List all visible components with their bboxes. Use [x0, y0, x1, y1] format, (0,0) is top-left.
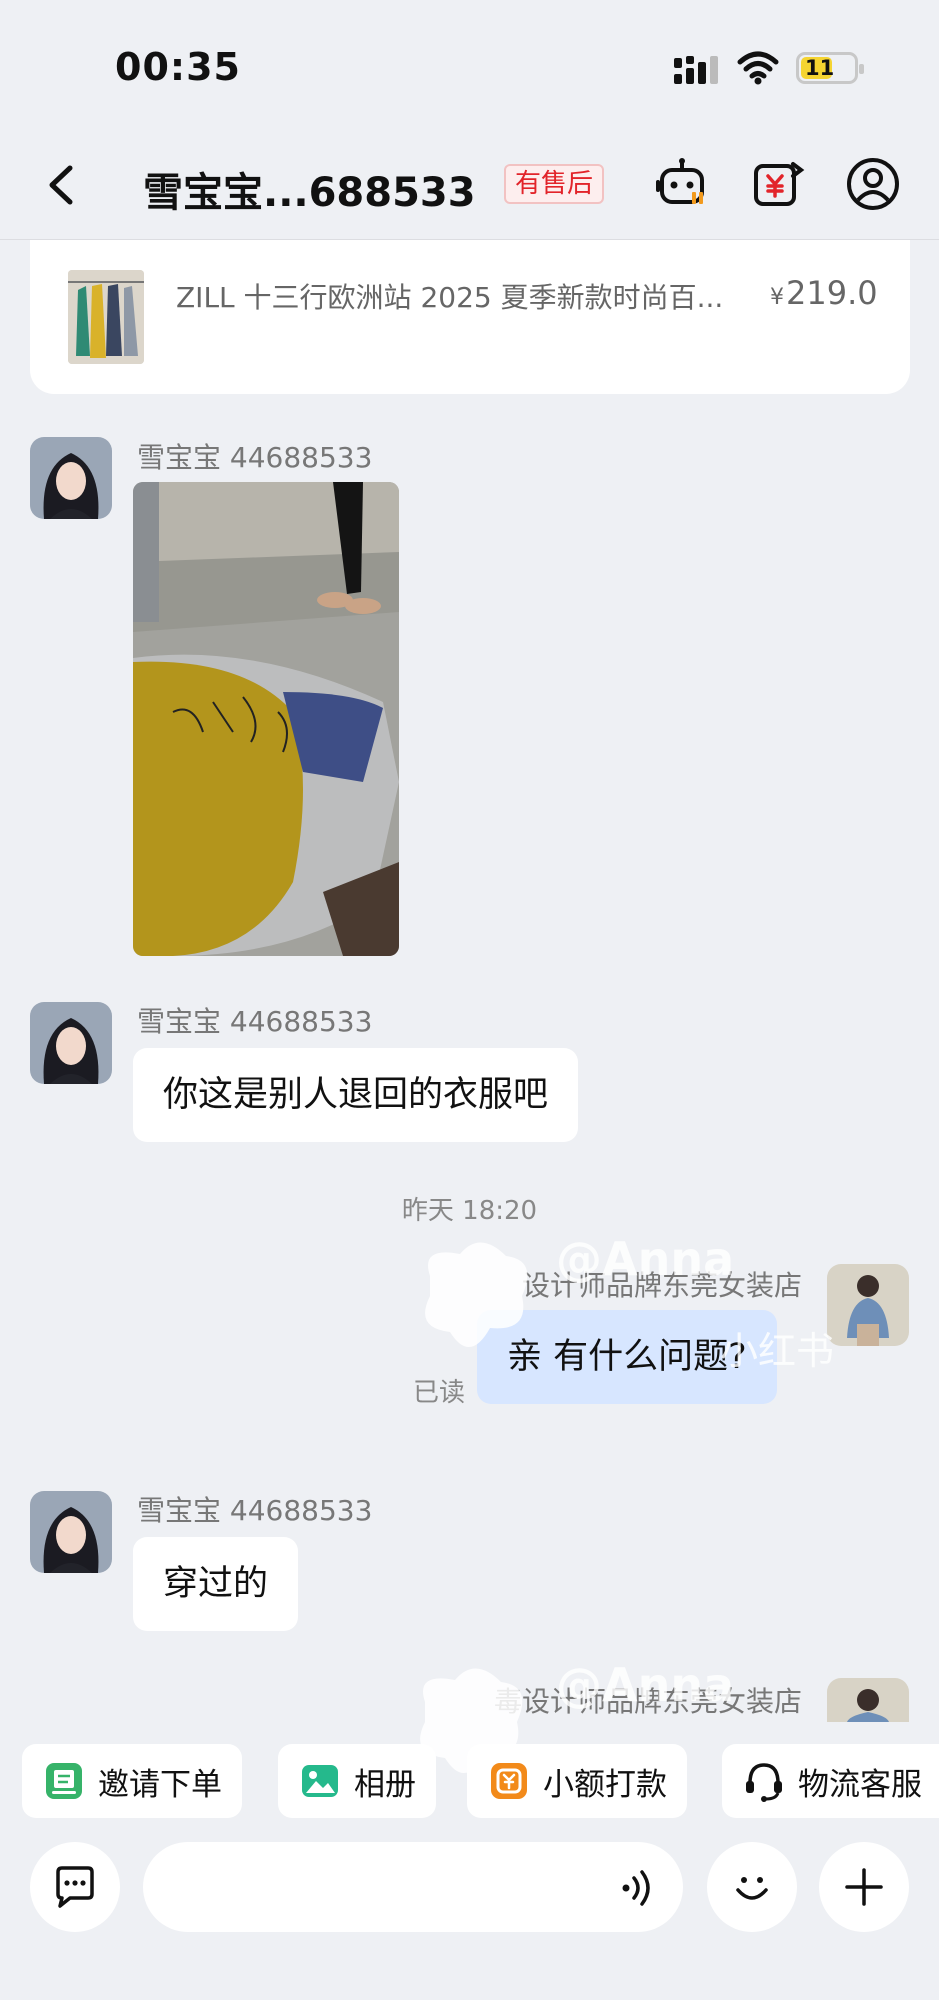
customer-avatar[interactable]	[30, 437, 112, 519]
shop-avatar[interactable]	[827, 1678, 909, 1722]
chip-label: 相册	[354, 1766, 416, 1803]
small-payment-icon	[491, 1763, 527, 1799]
product-thumbnail	[68, 270, 144, 364]
message-timestamp: 昨天 18:20	[401, 1196, 538, 1226]
chip-label: 邀请下单	[98, 1766, 222, 1803]
sender-name: 雪宝宝 44688533	[137, 1005, 373, 1038]
shop-avatar[interactable]	[827, 1264, 909, 1346]
quick-actions-bar: 邀请下单 相册 小额打款 物流客服	[0, 1722, 939, 1822]
album-button[interactable]: 相册	[278, 1744, 436, 1818]
logistics-service-button[interactable]: 物流客服	[722, 1744, 939, 1818]
voice-icon[interactable]	[620, 1866, 660, 1910]
chat-title[interactable]: 雪宝宝...688533	[143, 160, 476, 218]
chat-header: 雪宝宝...688533 有售后	[0, 130, 939, 240]
chip-label: 小额打款	[543, 1766, 667, 1803]
watermark-text: @Anna	[556, 1658, 735, 1712]
emoji-button[interactable]	[707, 1842, 797, 1932]
emoji-icon	[736, 1877, 768, 1900]
plus-icon	[845, 1868, 883, 1906]
profile-icon[interactable]	[845, 156, 901, 212]
more-button[interactable]	[819, 1842, 909, 1932]
sender-name: 雪宝宝 44688533	[137, 1494, 373, 1527]
robot-assistant-icon[interactable]	[654, 156, 710, 212]
product-title: ZILL 十三行欧洲站 2025 夏季新款时尚百...	[176, 281, 724, 314]
small-payment-button[interactable]: 小额打款	[467, 1744, 687, 1818]
battery-level: 11	[805, 56, 835, 80]
chat-bubble-icon	[56, 1866, 94, 1908]
watermark-brand: 小红书	[720, 1329, 835, 1373]
message-input-bar	[0, 1822, 939, 2000]
cellular-signal-icon	[674, 56, 718, 84]
message-bubble[interactable]: 穿过的	[133, 1537, 299, 1631]
read-receipt: 已读	[413, 1378, 466, 1408]
watermark-logo	[425, 1242, 528, 1348]
after-sale-badge[interactable]: 有售后	[504, 164, 605, 204]
logistics-service-icon	[746, 1763, 782, 1802]
message-photo[interactable]	[133, 482, 399, 956]
quick-reply-button[interactable]	[30, 1842, 120, 1932]
sender-name: 雪宝宝 44688533	[137, 441, 373, 474]
message-input[interactable]	[143, 1842, 683, 1932]
product-price: ¥219.0	[770, 274, 878, 312]
refund-icon[interactable]	[749, 156, 805, 212]
price-value: 219.0	[786, 274, 878, 312]
invite-order-icon	[46, 1763, 82, 1799]
status-time: 00:35	[115, 45, 241, 89]
battery-icon: 11	[796, 52, 864, 84]
invite-order-button[interactable]: 邀请下单	[22, 1744, 242, 1818]
price-currency: ¥	[770, 285, 784, 310]
back-button[interactable]	[38, 160, 88, 210]
customer-avatar[interactable]	[30, 1491, 112, 1573]
message-bubble[interactable]: 你这是别人退回的衣服吧	[133, 1048, 579, 1142]
status-bar: 00:35 11	[0, 0, 939, 130]
product-card[interactable]: ZILL 十三行欧洲站 2025 夏季新款时尚百... ¥219.0	[30, 240, 910, 394]
wifi-icon	[737, 51, 779, 85]
watermark-text: @Anna	[556, 1232, 735, 1286]
chip-label: 物流客服	[798, 1766, 922, 1803]
album-icon	[302, 1765, 338, 1797]
customer-avatar[interactable]	[30, 1002, 112, 1084]
